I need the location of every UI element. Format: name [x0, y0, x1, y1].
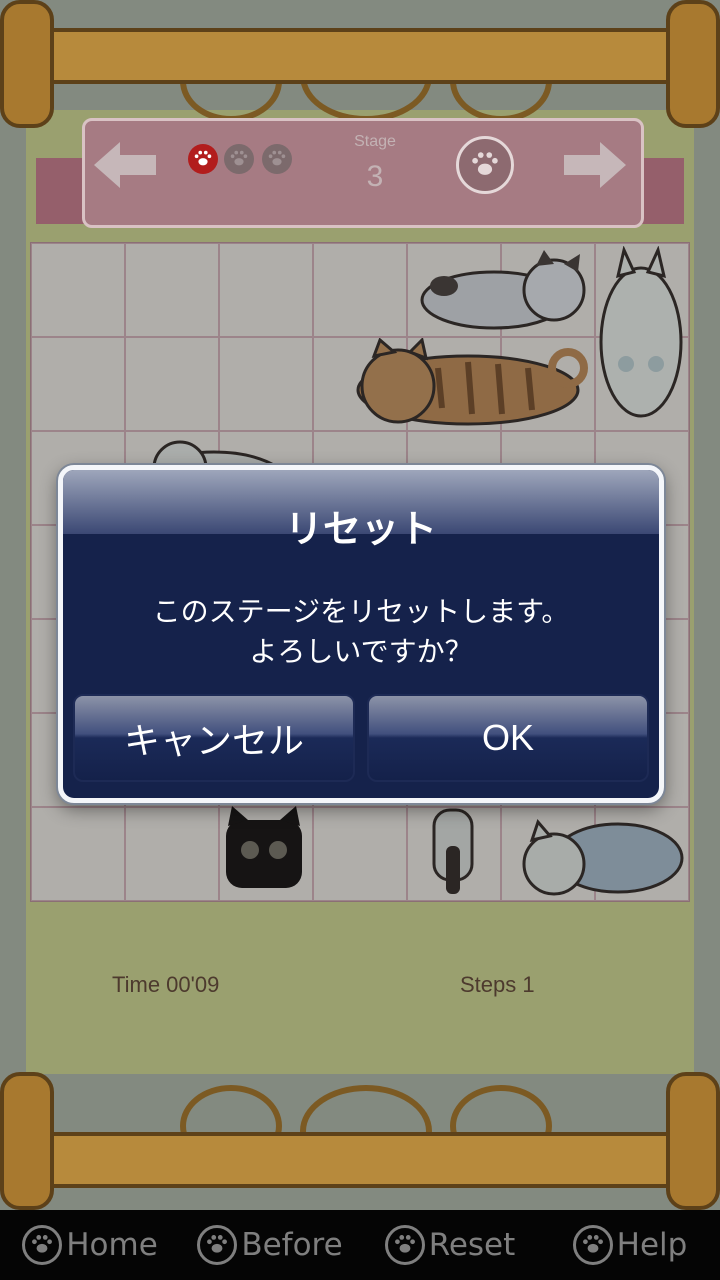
help-button[interactable]: Help [540, 1210, 720, 1280]
board-cell[interactable] [125, 337, 219, 431]
paw-icon [384, 1225, 425, 1265]
black-cat-piece[interactable] [222, 806, 306, 892]
reset-confirm-dialog: リセット このステージをリセットします。 よろしいですか？ キャンセル OK [58, 465, 664, 803]
paw-icon [572, 1225, 613, 1265]
stage-number: 3 [366, 160, 384, 193]
progress-paw-icon [188, 144, 218, 174]
elapsed-time: Time 00'09 [112, 972, 220, 997]
before-label: Before [241, 1227, 343, 1263]
board-cell[interactable] [219, 243, 313, 337]
bed-post [0, 1072, 54, 1210]
reset-label: Reset [428, 1227, 516, 1263]
board-cell[interactable] [31, 243, 125, 337]
prev-stage-arrow-icon[interactable] [94, 142, 156, 188]
step-count: Steps 1 [460, 972, 535, 997]
before-button[interactable]: Before [180, 1210, 360, 1280]
board-cell[interactable] [125, 243, 219, 337]
bottom-toolbar: Home Before Reset Help [0, 1210, 720, 1280]
paw-emblem-icon[interactable] [456, 136, 514, 194]
help-label: Help [616, 1227, 688, 1263]
sleeping-orange-tabby-cat-piece[interactable] [318, 337, 592, 428]
board-cell[interactable] [31, 337, 125, 431]
home-label: Home [66, 1227, 158, 1263]
board-cell[interactable] [313, 243, 407, 337]
footboard-rail [20, 1132, 704, 1188]
upright-white-cat-piece[interactable] [596, 245, 686, 422]
board-cell[interactable] [125, 807, 219, 901]
progress-paw-icon [262, 144, 292, 174]
progress-paw-icon [224, 144, 254, 174]
sleeping-gray-cat-piece[interactable] [414, 246, 590, 332]
cancel-button[interactable]: キャンセル [73, 694, 355, 782]
board-cell[interactable] [313, 807, 407, 901]
bed-post [666, 0, 720, 128]
paw-icon [22, 1225, 63, 1265]
dialog-title: リセット [284, 507, 437, 551]
headboard-rail [20, 28, 704, 84]
dialog-message: このステージをリセットします。 よろしいですか？ [63, 592, 659, 672]
dialog-message-line: このステージをリセットします。 [152, 595, 570, 628]
stage-label: Stage [354, 133, 396, 150]
black-white-cat-piece[interactable] [430, 806, 476, 896]
bed-post [0, 0, 54, 128]
next-stage-arrow-icon[interactable] [564, 142, 626, 188]
ok-button[interactable]: OK [367, 694, 649, 782]
paw-icon [197, 1225, 238, 1265]
board-cell[interactable] [31, 807, 125, 901]
reset-button[interactable]: Reset [360, 1210, 540, 1280]
home-button[interactable]: Home [0, 1210, 180, 1280]
dialog-message-line: よろしいですか？ [249, 635, 473, 668]
board-cell[interactable] [219, 337, 313, 431]
bed-post [666, 1072, 720, 1210]
sleeping-blue-gray-cat-piece[interactable] [508, 806, 686, 896]
